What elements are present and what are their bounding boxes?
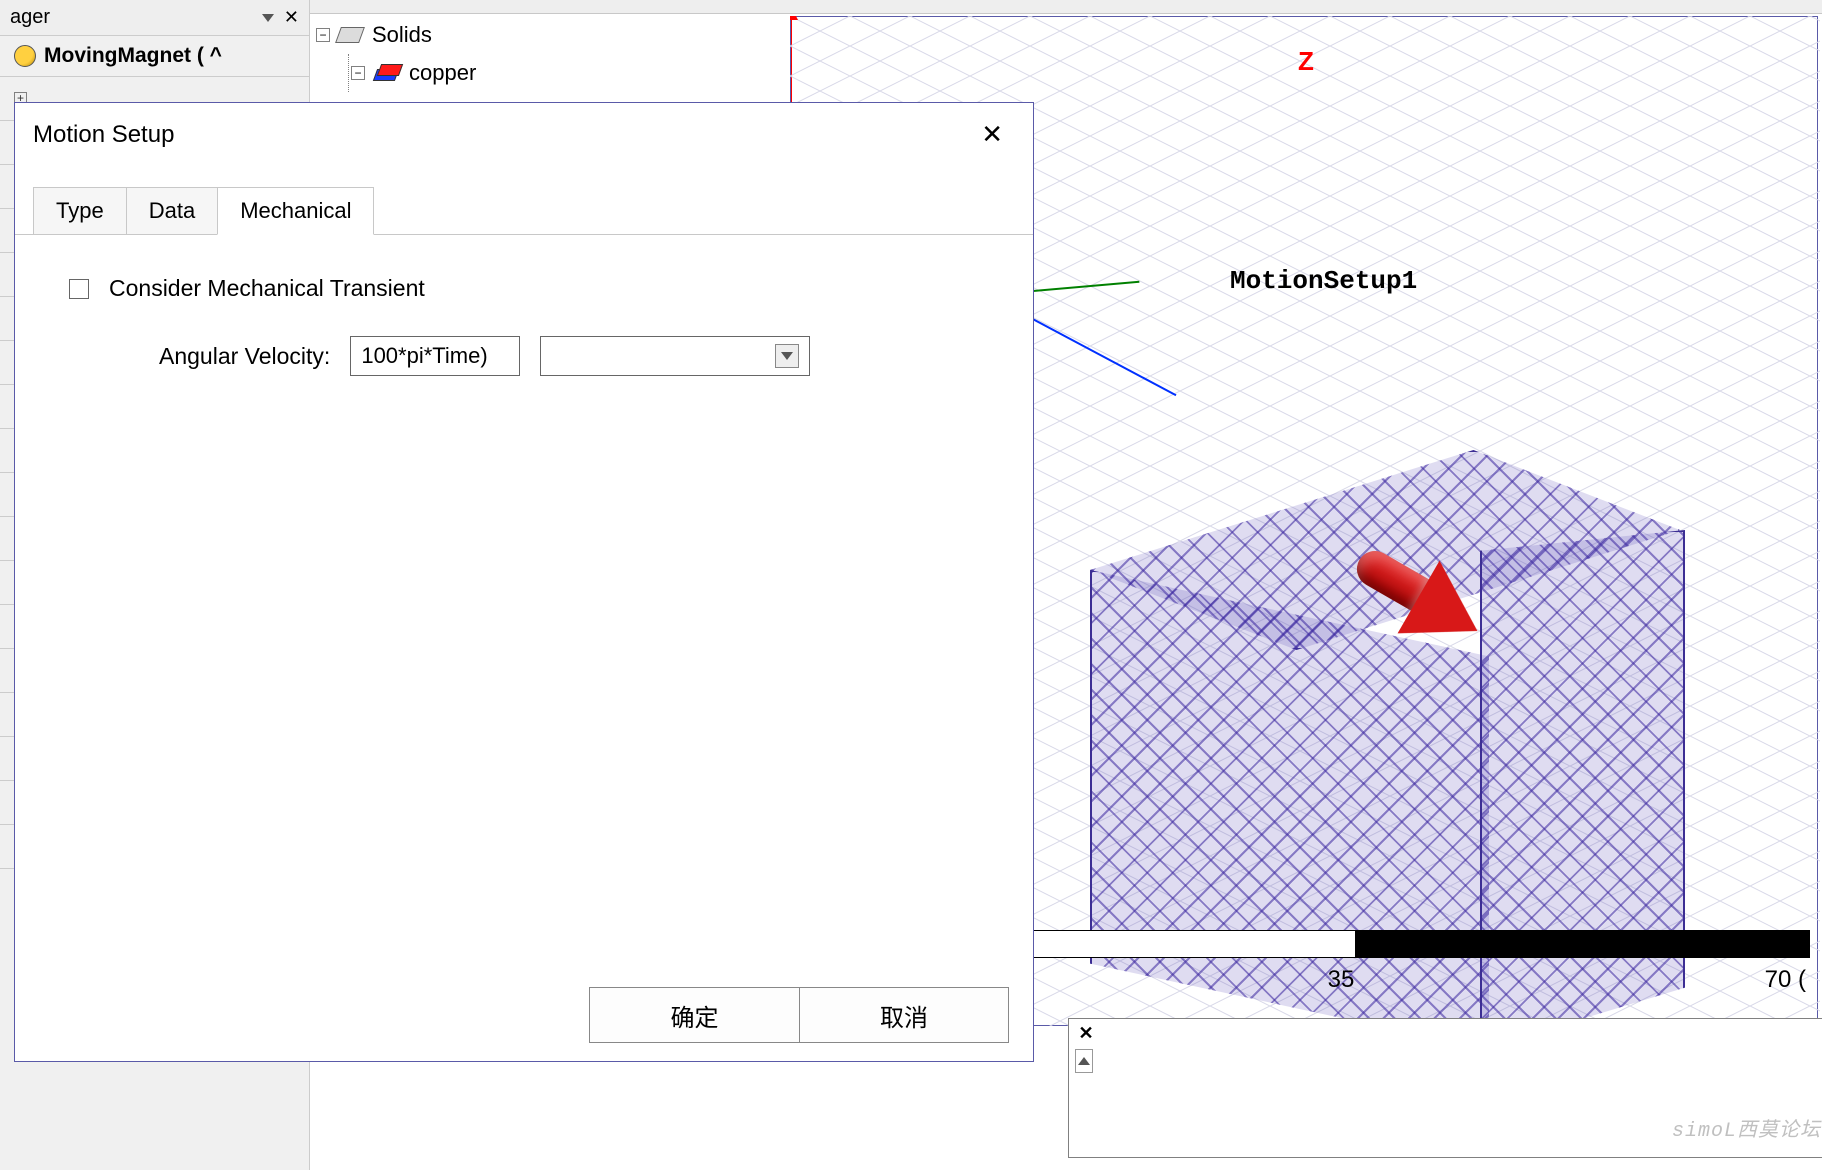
tab-type[interactable]: Type — [33, 187, 127, 235]
chevron-up-icon — [1078, 1057, 1090, 1065]
dialog-close-icon[interactable]: ✕ — [969, 115, 1015, 154]
consider-mech-transient-checkbox[interactable] — [69, 279, 89, 299]
dialog-title: Motion Setup — [33, 121, 174, 149]
project-item-label: MovingMagnet ( ^ — [44, 44, 222, 68]
scale-bar: 0 35 70 ( — [900, 930, 1810, 994]
watermark: simoL西莫论坛 — [1672, 1113, 1821, 1143]
panel-close-icon[interactable]: ✕ — [284, 7, 299, 28]
solids-icon — [335, 27, 365, 43]
project-manager-title[interactable]: ager ✕ — [0, 0, 309, 36]
panel-collapse-icon[interactable] — [262, 14, 274, 22]
angular-velocity-unit-dropdown[interactable] — [540, 336, 810, 376]
dialog-tabs: Type Data Mechanical — [15, 186, 1033, 234]
cancel-button[interactable]: 取消 — [799, 987, 1009, 1043]
tree-node-copper[interactable]: − copper — [316, 54, 766, 92]
collapse-icon[interactable]: − — [351, 66, 365, 80]
tree-connector — [348, 54, 349, 92]
tab-body-mechanical: Consider Mechanical Transient Angular Ve… — [15, 234, 1033, 954]
angular-velocity-input[interactable] — [350, 336, 520, 376]
chevron-down-icon[interactable] — [775, 344, 799, 368]
collapse-icon[interactable]: − — [316, 28, 330, 42]
dialog-button-row: 确定 取消 — [589, 987, 1009, 1043]
tree-node-solids[interactable]: − Solids — [316, 16, 766, 54]
message-panel-close-icon[interactable]: ✕ — [1077, 1025, 1095, 1043]
angular-velocity-label: Angular Velocity: — [159, 343, 330, 370]
axis-z-label: Z — [1298, 46, 1314, 77]
project-item-movingmagnet[interactable]: MovingMagnet ( ^ — [0, 36, 309, 77]
motion-setup-dialog: Motion Setup ✕ Type Data Mechanical Cons… — [14, 102, 1034, 1062]
tree-node-solids-label: Solids — [372, 22, 432, 48]
scale-seg-1 — [1355, 931, 1809, 957]
message-panel-scroll-up[interactable] — [1075, 1049, 1093, 1073]
consider-mech-transient-label: Consider Mechanical Transient — [109, 275, 425, 302]
project-manager-title-text: ager — [10, 6, 50, 29]
dialog-titlebar[interactable]: Motion Setup ✕ — [15, 103, 1033, 166]
scale-tick-2: 70 ( — [1765, 966, 1806, 994]
motion-setup-label: MotionSetup1 — [1230, 266, 1417, 296]
design-icon — [14, 45, 36, 67]
model-tree: − Solids − copper — [316, 16, 766, 111]
tab-data[interactable]: Data — [126, 187, 218, 235]
ok-button[interactable]: 确定 — [589, 987, 799, 1043]
scale-tick-1: 35 — [1328, 966, 1355, 994]
tree-node-copper-label: copper — [409, 60, 476, 86]
angular-velocity-row: Angular Velocity: — [159, 336, 989, 376]
tab-mechanical[interactable]: Mechanical — [217, 187, 374, 235]
motion-direction-arrow — [1354, 532, 1474, 652]
consider-mech-transient-row: Consider Mechanical Transient — [69, 275, 989, 302]
material-icon — [373, 64, 399, 82]
message-panel: ✕ simoL西莫论坛 — [1068, 1018, 1822, 1158]
